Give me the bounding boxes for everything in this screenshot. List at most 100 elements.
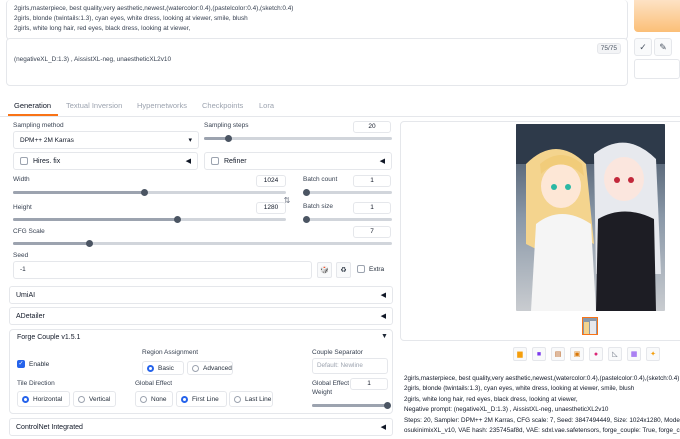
global-none-label: None: [151, 395, 167, 403]
tile-horizontal-option[interactable]: Horizontal: [17, 391, 70, 407]
enable-checkbox[interactable]: ✓: [17, 360, 25, 368]
batch-count-label: Batch count: [303, 176, 338, 183]
image-icon: ▣: [573, 351, 581, 358]
hires-fix-label: Hires. fix: [33, 157, 61, 165]
global-first-line-option[interactable]: First Line: [176, 391, 227, 407]
width-slider[interactable]: [13, 189, 286, 196]
open-folder-button[interactable]: ▆: [513, 347, 527, 361]
output-info-line: 2girls, blonde (twintails:1.3), cyan eye…: [404, 385, 635, 392]
global-none-option[interactable]: None: [135, 391, 173, 407]
seed-input[interactable]: -1: [13, 261, 312, 279]
batch-size-input[interactable]: 1: [353, 202, 391, 214]
batch-size-slider[interactable]: [303, 216, 392, 223]
accordion-controlnet[interactable]: ControlNet Integrated ◀: [9, 418, 393, 436]
couple-enable-toggle[interactable]: ✓ Enable: [17, 360, 49, 368]
send-to-extras-button[interactable]: ◺: [608, 347, 622, 361]
chevron-down-icon: ▾: [188, 137, 192, 144]
forge-couple-title[interactable]: Forge Couple v1.5.1: [17, 334, 80, 341]
apply-style-button[interactable]: ✓: [634, 38, 652, 56]
edit-style-button[interactable]: ✎: [654, 38, 672, 56]
width-input[interactable]: 1024: [256, 175, 286, 187]
output-info-line: Steps: 20, Sampler: DPM++ 2M Karras, CFG…: [404, 417, 680, 424]
cfg-label: CFG Scale: [13, 228, 45, 235]
batch-count-slider[interactable]: [303, 189, 392, 196]
output-info-line: 2girls, white long hair, red eyes, black…: [404, 396, 578, 403]
collapse-triangle-icon: ◀: [380, 424, 386, 431]
radio-selected[interactable]: [181, 395, 188, 403]
palette-icon: ●: [593, 350, 599, 358]
positive-prompt-box[interactable]: 2girls,masterpiece, best quality,very ae…: [6, 0, 628, 40]
sampling-steps-input[interactable]: 20: [353, 121, 391, 133]
positive-prompt-line: 2girls, blonde (twintails:1.3), cyan eye…: [14, 15, 248, 22]
radio-selected[interactable]: [22, 395, 29, 403]
expand-triangle-icon[interactable]: ▼: [381, 333, 388, 340]
couple-separator-input[interactable]: Default: Newline: [312, 358, 388, 374]
extra-label: Extra: [369, 265, 385, 273]
region-assignment-label: Region Assignment: [142, 349, 199, 356]
send-to-img2img-button[interactable]: ▣: [570, 347, 584, 361]
global-effect-weight-slider[interactable]: [312, 402, 391, 409]
sampling-method-dropdown[interactable]: DPM++ 2M Karras ▾: [13, 131, 199, 149]
negative-prompt-box[interactable]: (negativeXL_D:1.3) , AissistXL-neg, unae…: [6, 38, 628, 86]
negative-prompt-text: (negativeXL_D:1.3) , AissistXL-neg, unae…: [14, 56, 172, 63]
hires-fix-toggle[interactable]: Hires. fix ◀: [13, 152, 198, 170]
ruler-icon: ◺: [612, 351, 618, 358]
accordion-umiai[interactable]: UmiAI ◀: [9, 286, 393, 304]
styles-dropdown[interactable]: [634, 59, 680, 79]
region-basic-option[interactable]: Basic: [142, 361, 184, 375]
hires-fix-checkbox[interactable]: [20, 157, 28, 165]
zip-button[interactable]: ▤: [551, 347, 565, 361]
tab-hypernetworks[interactable]: Hypernetworks: [137, 101, 187, 110]
generated-image[interactable]: [516, 124, 665, 311]
dice-icon: 🎲: [320, 267, 329, 274]
cfg-slider[interactable]: [13, 240, 392, 247]
save-icon: ■: [536, 350, 542, 358]
width-label: Width: [13, 176, 30, 183]
seed-label: Seed: [13, 252, 29, 259]
batch-count-input[interactable]: 1: [353, 175, 391, 187]
accordion-adetailer[interactable]: ADetailer ◀: [9, 307, 393, 325]
height-slider[interactable]: [13, 216, 286, 223]
folder-icon: ▆: [517, 351, 523, 358]
tab-lora[interactable]: Lora: [259, 101, 274, 110]
extra-checkbox[interactable]: [357, 265, 365, 273]
couple-separator-label: Couple Separator: [312, 349, 363, 356]
radio-unselected[interactable]: [78, 395, 85, 403]
send-to-inpaint-button[interactable]: ●: [589, 347, 603, 361]
swap-dimensions-button[interactable]: ⇅: [280, 192, 294, 208]
gallery-thumbnail[interactable]: [582, 317, 598, 335]
collapse-triangle-icon: ◀: [380, 292, 386, 299]
tab-textual-inversion[interactable]: Textual Inversion: [66, 101, 122, 110]
tile-vertical-option[interactable]: Vertical: [73, 391, 116, 407]
sparkle-button[interactable]: ✦: [646, 347, 660, 361]
global-first-line-label: First Line: [192, 395, 219, 403]
collapse-triangle-icon[interactable]: ◀: [380, 157, 385, 165]
tab-checkpoints[interactable]: Checkpoints: [202, 101, 243, 110]
seed-value: -1: [20, 266, 26, 273]
refiner-checkbox[interactable]: [211, 157, 219, 165]
random-seed-button[interactable]: 🎲: [317, 262, 332, 278]
radio-unselected[interactable]: [140, 395, 147, 403]
extra-seed-toggle[interactable]: Extra: [357, 265, 384, 273]
reuse-seed-button[interactable]: ♻: [336, 262, 351, 278]
sampling-steps-slider[interactable]: [204, 135, 392, 142]
radio-unselected[interactable]: [234, 395, 241, 403]
collapse-triangle-icon[interactable]: ◀: [186, 157, 191, 165]
save-button[interactable]: ■: [532, 347, 546, 361]
tab-generation[interactable]: Generation: [14, 101, 51, 110]
region-advanced-option[interactable]: Advanced: [187, 361, 233, 375]
generate-button[interactable]: [634, 0, 680, 32]
refiner-label: Refiner: [224, 157, 247, 165]
radio-selected[interactable]: [147, 364, 154, 372]
radio-unselected[interactable]: [192, 364, 199, 372]
output-info-line: 2girls,masterpiece, best quality,very ae…: [404, 375, 680, 382]
global-last-line-option[interactable]: Last Line: [229, 391, 273, 407]
tile-vertical-label: Vertical: [89, 395, 111, 403]
video-button[interactable]: ▦: [627, 347, 641, 361]
refiner-toggle[interactable]: Refiner ◀: [204, 152, 392, 170]
zip-icon: ▤: [554, 351, 562, 358]
swap-icon: ⇅: [283, 195, 291, 205]
global-effect-weight-input[interactable]: 1: [350, 378, 388, 390]
cfg-input[interactable]: 7: [353, 226, 391, 238]
collapse-triangle-icon: ◀: [380, 313, 386, 320]
